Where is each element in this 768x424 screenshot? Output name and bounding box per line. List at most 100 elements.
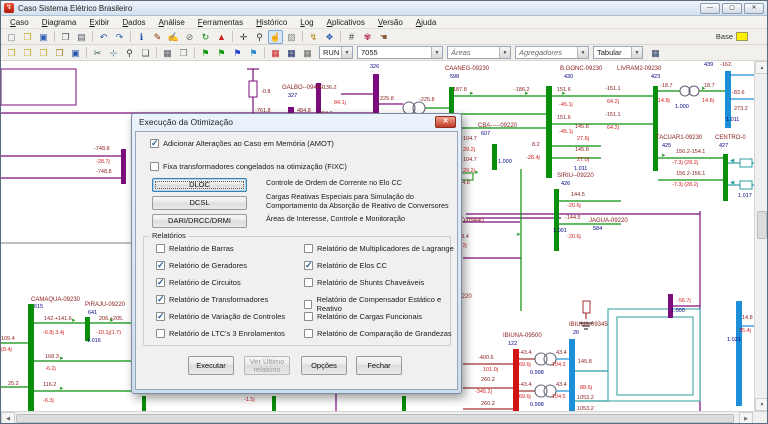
checkbox-icon[interactable]: ✓ <box>156 278 165 287</box>
pointer-icon[interactable]: ☚ <box>376 30 391 44</box>
scroll-down-icon[interactable]: ▼ <box>755 398 768 411</box>
checkbox-icon[interactable]: ✓ <box>150 139 159 148</box>
checkbox-icon[interactable] <box>304 329 313 338</box>
dloc-button[interactable]: DLOC <box>152 178 247 192</box>
menu-log[interactable]: Log <box>300 18 313 27</box>
redo-icon[interactable]: ↷ <box>112 30 127 44</box>
opcoes-button[interactable]: Opções <box>301 356 347 375</box>
vertical-scroll-thumb[interactable] <box>757 211 767 239</box>
run-powerflow-icon[interactable]: ⚑ <box>198 46 213 60</box>
executar-button[interactable]: Executar <box>188 356 234 375</box>
menu-exibir[interactable]: Exibir <box>89 18 109 27</box>
run-continuation-icon[interactable]: ⚑ <box>214 46 229 60</box>
report-checkbox-comparacao-de-grandezas[interactable]: Relatório de Comparação de Grandezas <box>304 329 452 338</box>
report-checkbox-compensador-estatico-e-reativo[interactable]: Relatório de Compensador Estático e Reat… <box>304 295 457 313</box>
report-checkbox-variacao-de-controles[interactable]: ✓Relatório de Variação de Controles <box>156 312 285 321</box>
dialog-title-bar[interactable]: Execução da Otimização ✕ <box>132 114 461 130</box>
pan-hand-icon[interactable]: ☝ <box>268 30 283 44</box>
report-checkbox-ltc-s-3-enrolamentos[interactable]: Relatório de LTC's 3 Enrolamentos <box>156 329 285 338</box>
report-checkbox-geradores[interactable]: ✓Relatório de Geradores <box>156 261 247 270</box>
zoom-icon[interactable]: ⚲ <box>252 30 267 44</box>
run-pv-icon[interactable]: ⚑ <box>230 46 245 60</box>
edit-icon[interactable]: ✎ <box>150 30 165 44</box>
checkbox-icon[interactable]: ✓ <box>304 261 313 270</box>
scroll-left-icon[interactable]: ◀ <box>1 412 15 424</box>
chevron-down-icon[interactable]: ▼ <box>341 47 352 58</box>
menu-dados[interactable]: Dados <box>122 18 145 27</box>
zoom-area-icon[interactable]: ⚲ <box>122 46 137 60</box>
checkbox-icon[interactable]: ✓ <box>156 312 165 321</box>
open-case-icon[interactable]: ❒ <box>20 30 35 44</box>
base-color-swatch[interactable] <box>736 32 748 41</box>
clipboard-icon[interactable]: ❐ <box>176 46 191 60</box>
run-qv-icon[interactable]: ⚑ <box>246 46 261 60</box>
net-icon[interactable]: ▦ <box>300 46 315 60</box>
report-checkbox-multiplicadores-de-lagrange[interactable]: Relatório de Multiplicadores de Lagrange <box>304 244 454 253</box>
menu-ferramentas[interactable]: Ferramentas <box>198 18 243 27</box>
vertical-scrollbar[interactable]: ▲ ▼ <box>754 61 768 411</box>
dari-drcc-drmi-button[interactable]: DARI/DRCC/DRMI <box>152 214 247 228</box>
save-history-icon[interactable]: ▣ <box>68 46 83 60</box>
report-checkbox-shunts-chaveaveis[interactable]: Relatório de Shunts Chaveáveis <box>304 278 424 287</box>
option-checkbox-adicionar-alteracoes[interactable]: ✓Adicionar Alterações ao Caso em Memória… <box>150 139 334 148</box>
fit-view-icon[interactable]: ⊹ <box>106 46 121 60</box>
open-history-3-icon[interactable]: ❒ <box>36 46 51 60</box>
bolt-icon[interactable]: ↯ <box>306 30 321 44</box>
fechar-button[interactable]: Fechar <box>356 356 402 375</box>
maximize-button[interactable]: ▢ <box>722 3 742 14</box>
refresh-icon[interactable]: ↻ <box>198 30 213 44</box>
info-icon[interactable]: ℹ <box>134 30 149 44</box>
checkbox-icon[interactable]: ✓ <box>156 295 165 304</box>
legend-icon[interactable]: ✾ <box>360 30 375 44</box>
chevron-down-icon[interactable]: ▼ <box>631 47 642 58</box>
erase-icon[interactable]: ⊘ <box>182 30 197 44</box>
checkbox-icon[interactable] <box>304 278 313 287</box>
menu-diagrama[interactable]: Diagrama <box>42 18 77 27</box>
menu-historico[interactable]: Histórico <box>256 18 287 27</box>
horizontal-scrollbar[interactable]: ◀ ▶ <box>1 411 768 424</box>
chevron-down-icon[interactable]: ▼ <box>431 47 442 58</box>
report-checkbox-circuitos[interactable]: ✓Relatório de Circuitos <box>156 278 241 287</box>
menu-analise[interactable]: Análise <box>159 18 185 27</box>
report-checkbox-transformadores[interactable]: ✓Relatório de Transformadores <box>156 295 268 304</box>
case-number-combo[interactable]: 7055▼ <box>357 46 443 59</box>
menu-versao[interactable]: Versão <box>378 18 403 27</box>
run-dropdown[interactable]: RUN▼ <box>319 46 353 59</box>
select-area-icon[interactable]: ▧ <box>284 30 299 44</box>
chart-icon[interactable]: ▲ <box>214 30 229 44</box>
grid-icon[interactable]: # <box>344 30 359 44</box>
open-history-2-icon[interactable]: ❒ <box>20 46 35 60</box>
save-case-icon[interactable]: ▣ <box>36 30 51 44</box>
option-checkbox-fixa-transformadores[interactable]: Fixa transformadores congelados na otimi… <box>150 162 347 171</box>
ec-icon[interactable]: ▦ <box>268 46 283 60</box>
annotate-icon[interactable]: ✍ <box>166 30 181 44</box>
view-mode-dropdown[interactable]: Tabular▼ <box>593 46 643 59</box>
minimize-button[interactable]: — <box>700 3 720 14</box>
dc-icon[interactable]: ▦ <box>284 46 299 60</box>
menu-aplicativos[interactable]: Aplicativos <box>327 18 365 27</box>
copy-icon[interactable]: ❐ <box>58 30 73 44</box>
scroll-up-icon[interactable]: ▲ <box>755 61 768 74</box>
chevron-down-icon[interactable]: ▼ <box>499 47 510 58</box>
checkbox-icon[interactable] <box>304 300 312 309</box>
report-checkbox-elos-cc[interactable]: ✓Relatório de Elos CC <box>304 261 387 270</box>
checkbox-icon[interactable] <box>156 329 165 338</box>
undo-icon[interactable]: ↶ <box>96 30 111 44</box>
checkbox-icon[interactable] <box>156 244 165 253</box>
new-case-icon[interactable]: ▢ <box>4 30 19 44</box>
menu-ajuda[interactable]: Ajuda <box>416 18 436 27</box>
agregadores-dropdown[interactable]: Agregadores▼ <box>515 46 589 59</box>
open-history-1-icon[interactable]: ❒ <box>4 46 19 60</box>
report-checkbox-barras[interactable]: Relatório de Barras <box>156 244 234 253</box>
report-checkbox-cargas-funcionais[interactable]: Relatório de Cargas Funcionais <box>304 312 422 321</box>
checkbox-icon[interactable] <box>150 162 159 171</box>
dialog-close-icon[interactable]: ✕ <box>435 116 456 128</box>
close-button[interactable]: ✕ <box>744 3 764 14</box>
move-icon[interactable]: ✛ <box>236 30 251 44</box>
scroll-right-icon[interactable]: ▶ <box>739 412 753 424</box>
horizontal-scroll-thumb[interactable] <box>16 414 734 423</box>
table-view-icon[interactable]: ▦ <box>160 46 175 60</box>
cut-area-icon[interactable]: ✂ <box>90 46 105 60</box>
snapshot-icon[interactable]: ❏ <box>138 46 153 60</box>
print-icon[interactable]: ▤ <box>74 30 89 44</box>
